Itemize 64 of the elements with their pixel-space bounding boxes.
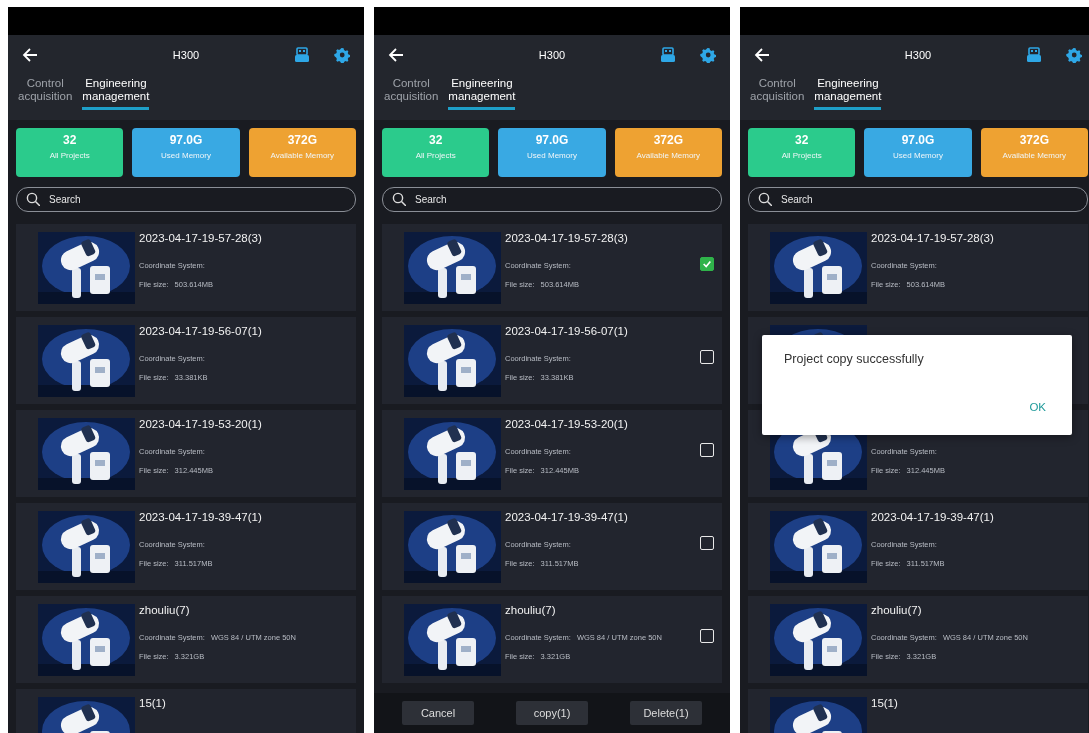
action-button[interactable]: Delete(1) — [630, 701, 702, 725]
tab[interactable]: Engineering management — [814, 77, 882, 110]
tab[interactable]: Control acquisition — [18, 77, 73, 110]
stat-label: Available Memory — [636, 151, 701, 160]
project-title: 2023-04-17-19-57-28(3) — [505, 232, 628, 244]
back-icon — [754, 47, 770, 63]
project-title: 2023-04-17-19-39-47(1) — [871, 511, 994, 523]
screen-title: H300 — [538, 49, 566, 61]
search-field[interactable]: Search — [16, 187, 356, 212]
action-button[interactable]: Cancel — [402, 701, 474, 725]
tab[interactable]: Engineering management — [448, 77, 516, 110]
back-icon — [22, 47, 38, 63]
stat-value: 32 — [795, 133, 809, 147]
stat-value: 372G — [1019, 133, 1049, 147]
stat-label: Used Memory — [161, 151, 211, 160]
stat-label: Used Memory — [527, 151, 577, 160]
settings-icon — [700, 47, 716, 63]
stat-value: 97.0G — [535, 133, 569, 147]
check-icon — [702, 258, 712, 269]
project-title: 15(1) — [139, 697, 166, 709]
project-title: 2023-04-17-19-56-07(1) — [505, 325, 628, 337]
stat-label: All Projects — [781, 151, 822, 160]
checkbox[interactable] — [700, 256, 714, 271]
search-field[interactable]: Search — [382, 187, 722, 212]
project-title: 2023-04-17-19-57-28(3) — [871, 232, 994, 244]
action-button[interactable]: copy(1) — [516, 701, 588, 725]
search-icon — [392, 192, 406, 206]
settings-icon — [1066, 47, 1082, 63]
project-title: 2023-04-17-19-53-20(1) — [505, 418, 628, 430]
stat-value: 372G — [653, 133, 683, 147]
settings-icon — [334, 47, 350, 63]
project-title: zhouliu(7) — [871, 604, 922, 616]
project-title: 2023-04-17-19-39-47(1) — [505, 511, 628, 523]
screen-title: H300 — [904, 49, 932, 61]
project-title: 15(1) — [871, 697, 898, 709]
stat-label: Available Memory — [270, 151, 335, 160]
project-title: zhouliu(7) — [505, 604, 556, 616]
usb-device-icon — [660, 47, 676, 63]
back-icon — [388, 47, 404, 63]
project-title: zhouliu(7) — [139, 604, 190, 616]
stat-value: 97.0G — [169, 133, 203, 147]
project-title: 2023-04-17-19-53-20(1) — [139, 418, 262, 430]
stat-value: 32 — [63, 133, 77, 147]
stat-label: Used Memory — [893, 151, 943, 160]
project-title: 2023-04-17-19-39-47(1) — [139, 511, 262, 523]
tab[interactable]: Engineering management — [82, 77, 150, 110]
stat-label: All Projects — [415, 151, 456, 160]
tab[interactable]: Control acquisition — [384, 77, 439, 110]
stat-value: 97.0G — [901, 133, 935, 147]
project-card[interactable]: 15(1) — [16, 689, 356, 733]
stat-label: Available Memory — [1002, 151, 1067, 160]
stat-value: 32 — [429, 133, 443, 147]
screen-title: H300 — [172, 49, 200, 61]
search-icon — [26, 192, 40, 206]
tab[interactable]: Control acquisition — [750, 77, 805, 110]
usb-device-icon — [294, 47, 310, 63]
project-card[interactable]: 15(1) — [748, 689, 1088, 733]
stat-value: 372G — [287, 133, 317, 147]
project-title: 2023-04-17-19-57-28(3) — [139, 232, 262, 244]
usb-device-icon — [1026, 47, 1042, 63]
search-icon — [758, 192, 772, 206]
stat-label: All Projects — [49, 151, 90, 160]
project-title: 2023-04-17-19-56-07(1) — [139, 325, 262, 337]
search-field[interactable]: Search — [748, 187, 1088, 212]
